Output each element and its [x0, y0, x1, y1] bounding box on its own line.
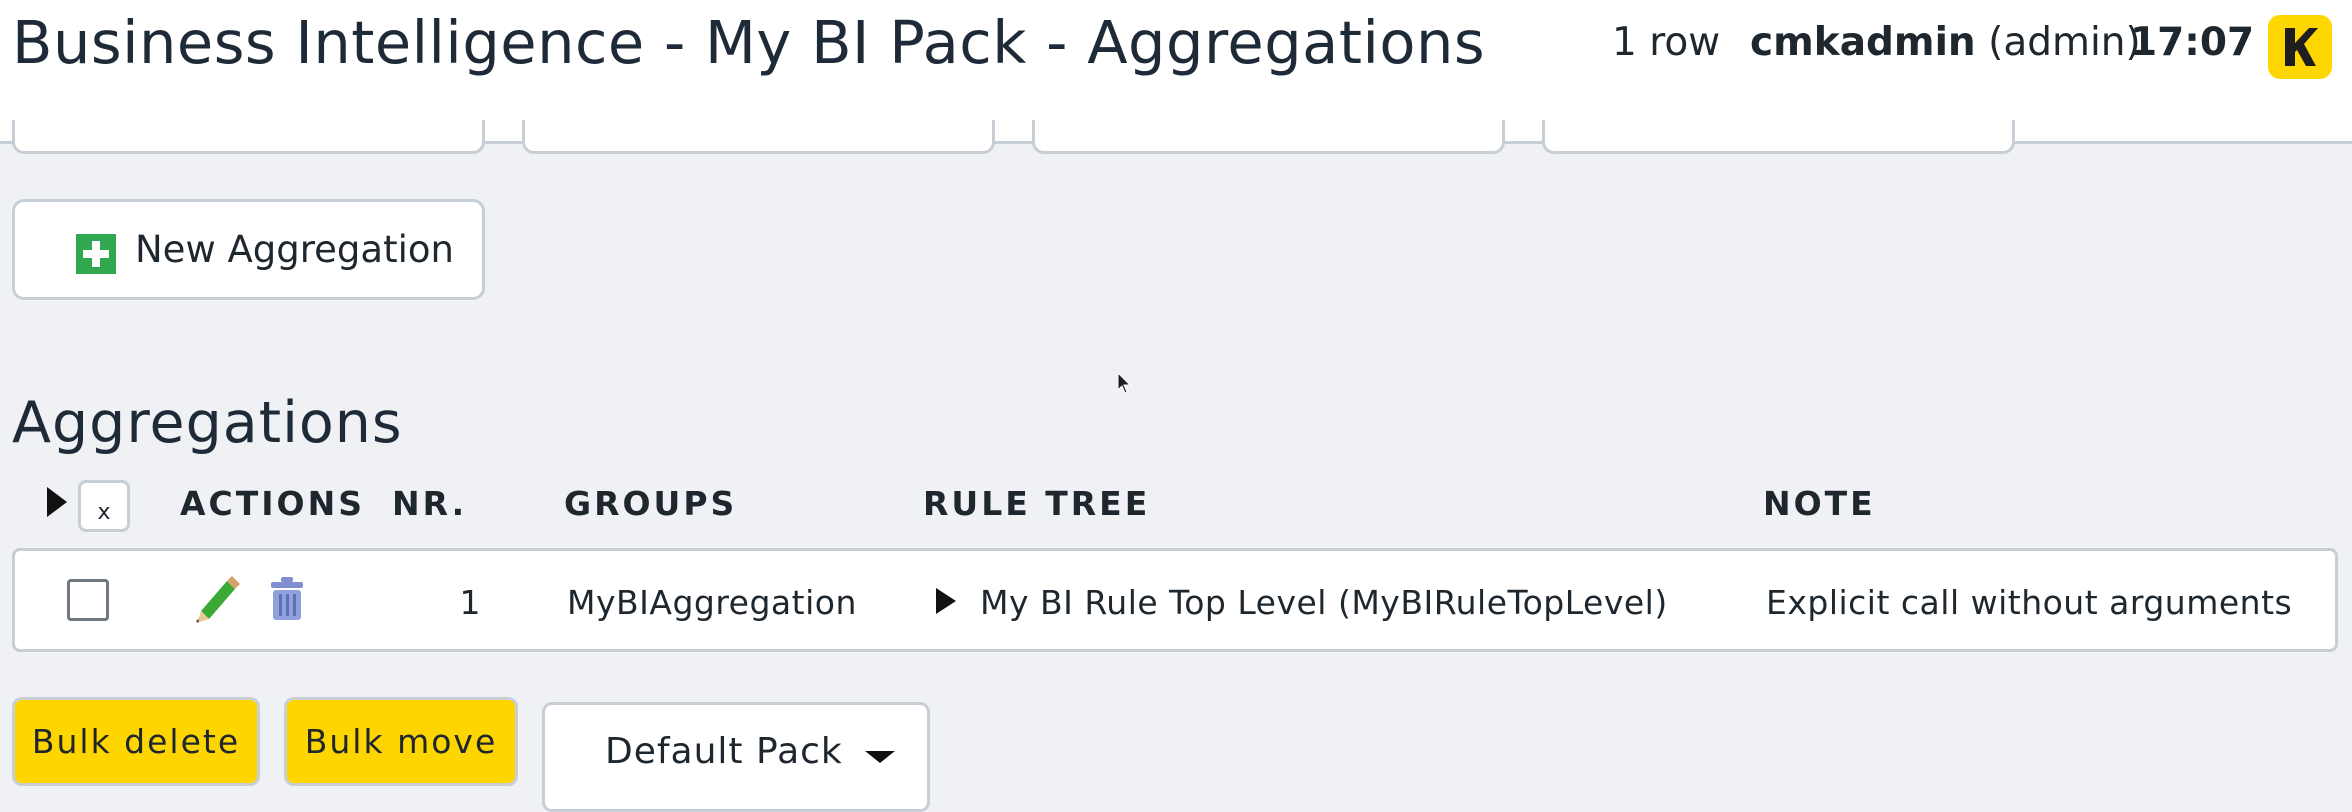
row-note: Explicit call without arguments [1766, 583, 2293, 622]
new-aggregation-button[interactable]: New Aggregation [12, 199, 485, 300]
user-info[interactable]: cmkadmin (admin) [1750, 20, 2141, 65]
section-title: Aggregations [12, 390, 403, 456]
clock: 17:07 [2130, 20, 2255, 65]
rule-tree-expand-icon[interactable] [933, 585, 959, 617]
target-pack-select[interactable]: Default Pack [542, 702, 930, 812]
checkmk-logo-icon[interactable] [2268, 15, 2332, 79]
edit-icon[interactable] [191, 575, 241, 625]
row-nr: 1 [459, 583, 481, 622]
hidden-button-1[interactable] [12, 120, 485, 154]
page-title: Business Intelligence - My BI Pack - Agg… [12, 8, 1486, 77]
mouse-cursor-icon [1117, 372, 1132, 394]
select-all-toggle[interactable]: x [78, 480, 130, 532]
row-count: 1 row [1612, 20, 1721, 65]
expand-all-arrow-icon[interactable] [44, 484, 70, 520]
column-header-nr: NR. [392, 484, 468, 523]
row-checkbox[interactable] [67, 579, 109, 621]
column-header-groups: GROUPS [564, 484, 738, 523]
hidden-button-4[interactable] [1542, 120, 2015, 154]
table-row: 1 MyBIAggregation My BI Rule Top Level (… [12, 548, 2338, 652]
username[interactable]: cmkadmin [1750, 20, 1976, 65]
row-groups: MyBIAggregation [567, 583, 857, 622]
select-all-toggle-label: x [97, 500, 111, 525]
hidden-button-3[interactable] [1032, 120, 1505, 154]
new-aggregation-label: New Aggregation [135, 228, 454, 271]
bulk-delete-button[interactable]: Bulk delete [12, 697, 260, 786]
column-header-rule-tree: RULE TREE [923, 484, 1151, 523]
column-header-actions: ACTIONS [180, 484, 365, 523]
row-rule-tree[interactable]: My BI Rule Top Level (MyBIRuleTopLevel) [980, 583, 1668, 622]
target-pack-selected: Default Pack [605, 731, 843, 772]
plus-icon [76, 234, 116, 274]
chevron-down-icon [865, 751, 895, 763]
hidden-button-2[interactable] [522, 120, 995, 154]
bulk-move-button[interactable]: Bulk move [284, 697, 518, 786]
user-role: (admin) [1988, 20, 2141, 65]
column-header-note: NOTE [1763, 484, 1876, 523]
delete-icon[interactable] [269, 577, 305, 621]
